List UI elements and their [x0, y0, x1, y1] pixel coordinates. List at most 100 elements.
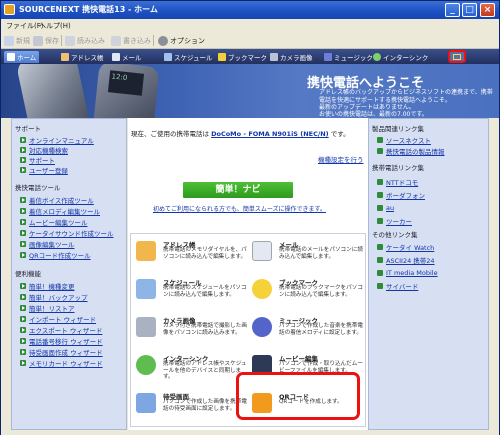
easy-navi-link[interactable]: 初めてご利用になられる方でも、簡単スムーズに操作できます。 — [153, 204, 326, 213]
save-icon — [33, 35, 43, 46]
link-sound-tool[interactable]: ケータイサウンド作成ツール — [20, 228, 114, 238]
tab-mail[interactable]: メール — [109, 51, 145, 63]
arrow-icon — [20, 156, 26, 163]
link-export-wizard[interactable]: エクスポート ウィザード — [20, 325, 102, 335]
new-button[interactable]: 新規 — [4, 34, 30, 47]
link-product-info[interactable]: 携快電話の製品情報 — [377, 146, 445, 156]
arrow-icon — [377, 147, 383, 154]
options-label: オプション — [170, 36, 205, 45]
tab-label: ホーム — [17, 54, 37, 62]
version-status: お使いの携快電話は、最新の7.00です。 — [319, 111, 428, 118]
save-button[interactable]: 保存 — [33, 34, 59, 47]
link-tuka[interactable]: ツーカー — [377, 216, 412, 226]
arrow-icon — [377, 204, 383, 211]
qr-code-highlight — [236, 372, 360, 420]
tab-schedule[interactable]: スケジュール — [161, 51, 216, 63]
link-keitai-watch[interactable]: ケータイ Watch — [377, 242, 434, 252]
house-icon — [7, 53, 15, 61]
menu-file[interactable]: ファイル(F) — [6, 21, 44, 31]
easy-navi-button[interactable]: 簡単！ナビ — [183, 182, 293, 198]
tab-music[interactable]: ミュージック — [321, 51, 376, 63]
window-title: SOURCENEXT 携快電話13 - ホーム — [19, 5, 158, 14]
menu-help[interactable]: ヘルプ(H) — [39, 21, 71, 31]
link-itmedia-mobile[interactable]: IT media Mobile — [377, 268, 438, 277]
func-mail[interactable]: メール 携帯電話のメールをパソコンに読み込んで編集します。 — [249, 238, 365, 274]
sync-icon — [136, 355, 156, 375]
func-wallpaper[interactable]: 待受画面 パソコンで作成した画像を携帯電話の待受画面に設定します。 — [133, 390, 249, 426]
link-user-registration[interactable]: ユーザー登録 — [20, 165, 68, 175]
arrow-icon — [20, 136, 26, 143]
right-sidebar: 製品関連リンク集 ソースネクスト 携快電話の製品情報 携帯電話リンク集 NTTド… — [368, 118, 489, 430]
options-button[interactable]: オプション — [158, 34, 205, 47]
func-camera[interactable]: カメラ画像 カメラ付き携帯電話で撮影した画像をパソコンに読み込みます。 — [133, 314, 249, 350]
model-settings-link[interactable]: 機種設定を行う — [318, 154, 364, 164]
link-import-wizard[interactable]: インポート ウィザード — [20, 314, 96, 324]
tab-label: ミュージック — [334, 54, 373, 62]
mail-icon — [112, 53, 120, 61]
music-icon — [324, 53, 332, 61]
link-cybird[interactable]: サイバード — [377, 281, 418, 291]
arrow-icon — [20, 251, 26, 258]
link-vodafone[interactable]: ボーダフォン — [377, 190, 425, 200]
arrow-icon — [20, 293, 26, 300]
link-au[interactable]: au — [377, 203, 394, 212]
maximize-button[interactable]: □ — [462, 3, 477, 17]
func-schedule[interactable]: スケジュール 携帯電話のスケジュールをパソコンに読み込んで編集します。 — [133, 276, 249, 312]
tab-label: スケジュール — [174, 54, 213, 62]
arrow-icon — [377, 282, 383, 289]
tab-address-book[interactable]: アドレス帳 — [58, 51, 107, 63]
link-qr-tool[interactable]: QRコード作成ツール — [20, 250, 91, 260]
section-carrier-links-title: 携帯電話リンク集 — [372, 164, 424, 172]
phone-screen: 12:0 — [107, 70, 145, 96]
link-support[interactable]: サポート — [20, 155, 55, 165]
link-backup[interactable]: 簡単！バックアップ — [20, 292, 88, 302]
save-label: 保存 — [45, 36, 59, 45]
arrow-icon — [20, 196, 26, 203]
link-supported-models[interactable]: 対応機種検索 — [20, 145, 68, 155]
tab-scroll-button[interactable] — [448, 50, 466, 63]
write-button[interactable]: 書き込み — [111, 34, 151, 47]
arrow-icon — [20, 240, 26, 247]
current-model-link[interactable]: DoCoMo - FOMA N901iS (NEC/N) — [211, 130, 329, 138]
arrow-icon — [20, 315, 26, 322]
write-icon — [111, 35, 121, 46]
tab-camera[interactable]: カメラ画像 — [267, 51, 316, 63]
minimize-button[interactable]: _ — [445, 3, 460, 17]
screen-icon — [136, 393, 156, 413]
link-movie-tool[interactable]: ムービー編集ツール — [20, 217, 88, 227]
link-melody-tool[interactable]: 着信メロディ編集ツール — [20, 206, 100, 216]
link-online-manual[interactable]: オンラインマニュアル — [20, 135, 94, 145]
star-icon — [218, 53, 226, 61]
write-label: 書き込み — [123, 36, 151, 45]
arrow-icon — [377, 178, 383, 185]
link-ascii24[interactable]: ASCII24 携帯24 — [377, 255, 435, 265]
tab-bookmark[interactable]: ブックマーク — [215, 51, 270, 63]
current-phone-line: 現在、ご使用の携帯電話は DoCoMo - FOMA N901iS (NEC/N… — [131, 130, 350, 138]
arrow-icon — [20, 146, 26, 153]
link-image-tool[interactable]: 画像編集ツール — [20, 239, 75, 249]
link-model-change[interactable]: 簡単！機種変更 — [20, 281, 75, 291]
update-status: 最新のアップデートはありません。 — [319, 104, 415, 111]
tab-home[interactable]: ホーム — [4, 51, 40, 63]
link-memory-card-wizard[interactable]: メモリカード ウィザード — [20, 358, 103, 368]
title-bar[interactable]: SOURCENEXT 携快電話13 - ホーム _ □ × — [1, 1, 499, 19]
read-button[interactable]: 読み込み — [65, 34, 105, 47]
link-sourcenext[interactable]: ソースネクスト — [377, 135, 431, 145]
link-voice-tool[interactable]: 着信ボイス作成ツール — [20, 195, 94, 205]
func-address-book[interactable]: アドレス帳 携帯電話のメモリダイヤルを、パソコンに読み込んで編集します。 — [133, 238, 249, 274]
func-bookmark[interactable]: ブックマーク 携帯電話のブックマークをパソコンに読み込んで編集します。 — [249, 276, 365, 312]
close-button[interactable]: × — [480, 3, 495, 17]
link-docomo[interactable]: NTTドコモ — [377, 177, 418, 187]
address-book-icon — [136, 241, 156, 261]
toolbar: 新規 保存 読み込み 書き込み オプション — [1, 32, 499, 49]
func-music[interactable]: ミュージック パソコンで作成した音楽を携帯電話の着信メロディに設定します。 — [249, 314, 365, 350]
nav-tab-bar: ホーム アドレス帳 メール スケジュール ブックマーク カメラ画像 ミュージック — [1, 49, 499, 64]
link-restore[interactable]: 簡単！リストア — [20, 303, 75, 313]
link-wallpaper-wizard[interactable]: 待受画面作成 ウィザード — [20, 347, 103, 357]
arrow-icon — [377, 217, 383, 224]
link-number-migration-wizard[interactable]: 電話番号移行 ウィザード — [20, 336, 103, 346]
arrow-icon — [377, 243, 383, 250]
tab-intersync[interactable]: インターシンク — [370, 51, 431, 63]
func-intersync[interactable]: インターシンク 携帯電話のアドレス帳やスケジュールを他のデバイスと同期します。 — [133, 352, 249, 388]
tab-label: カメラ画像 — [280, 54, 313, 62]
